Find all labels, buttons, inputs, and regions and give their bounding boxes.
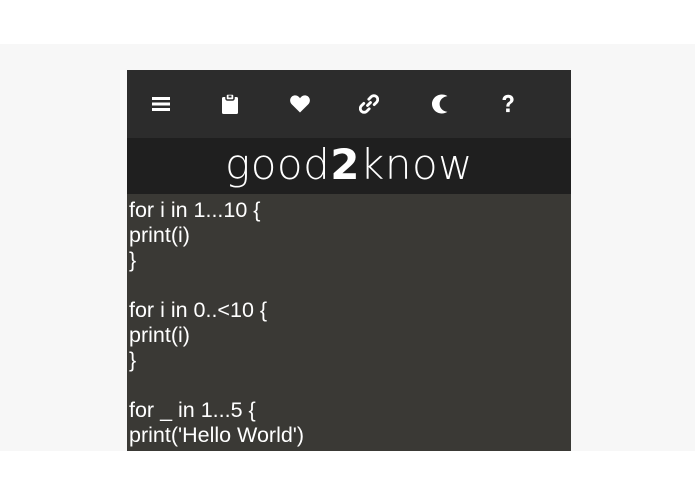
heart-icon bbox=[290, 95, 310, 113]
clipboard-button[interactable] bbox=[213, 87, 247, 121]
app-window: good2know for i in 1...10 { print(i) } f… bbox=[127, 70, 571, 451]
code-line: for i in 0..<10 { bbox=[129, 298, 268, 322]
app-logo: good2know bbox=[225, 144, 473, 186]
link-icon bbox=[359, 94, 379, 114]
code-snippet: for i in 1...10 { print(i) } for i in 0.… bbox=[129, 198, 567, 451]
favorites-button[interactable] bbox=[283, 87, 317, 121]
clipboard-icon bbox=[222, 94, 238, 114]
dark-mode-button[interactable] bbox=[422, 87, 456, 121]
logo-bold: 2 bbox=[330, 140, 360, 189]
code-line: } bbox=[129, 348, 137, 372]
code-line: for _ in 1...5 { bbox=[129, 398, 256, 422]
code-line: for i in 1...10 { bbox=[129, 198, 261, 222]
logo-suffix: know bbox=[360, 140, 473, 189]
code-line: print(i) bbox=[129, 223, 190, 247]
code-line: } bbox=[129, 248, 137, 272]
moon-icon bbox=[430, 94, 448, 114]
code-line: print('Hello World') bbox=[129, 423, 305, 447]
logo-prefix: good bbox=[225, 140, 331, 189]
menu-button[interactable] bbox=[144, 87, 178, 121]
help-button[interactable] bbox=[491, 87, 525, 121]
question-icon bbox=[501, 94, 515, 114]
title-bar: good2know bbox=[127, 138, 571, 194]
code-line: print(i) bbox=[129, 323, 190, 347]
toolbar bbox=[127, 70, 571, 138]
menu-icon bbox=[152, 96, 170, 112]
link-button[interactable] bbox=[352, 87, 386, 121]
